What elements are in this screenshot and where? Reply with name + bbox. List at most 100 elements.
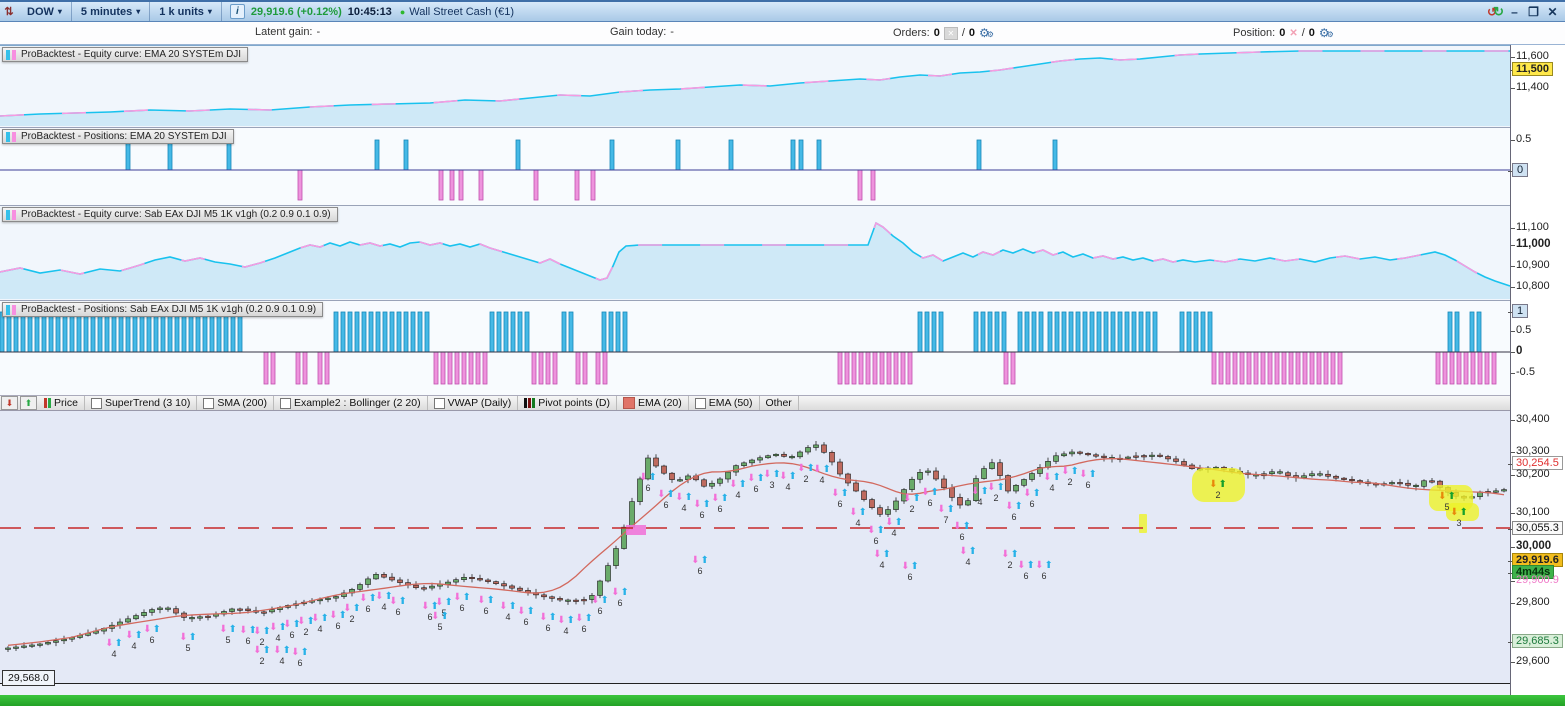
chart-toolbar: ⇅ DOW ▾ 5 minutes ▾ 1 k units ▾ i 29,919…	[0, 0, 1565, 22]
axis-label: 0	[1507, 163, 1529, 177]
legend-item-other[interactable]: Other	[760, 396, 799, 410]
legend-item-label: Example2 : Bollinger (2 20)	[293, 397, 421, 409]
app-icon: ⇅	[4, 6, 14, 18]
price-axis[interactable]: 11,600 11,500 11,400 0.5 0 11,100 11,000 10,900…	[1507, 45, 1565, 695]
gain-status-bar: Latent gain: - Gain today: - Orders: 0 ✕ /0…	[0, 22, 1565, 45]
legend-item-example2-bollinger-2-20[interactable]: Example2 : Bollinger (2 20)	[274, 396, 428, 410]
x-axis-strip	[0, 683, 1510, 695]
legend-item-vwap-daily[interactable]: VWAP (Daily)	[428, 396, 519, 410]
pink-swatch-icon	[12, 304, 16, 315]
chevron-down-icon: ▾	[57, 7, 62, 16]
pink-swatch-icon	[12, 49, 16, 60]
order-down-button[interactable]: ⬇	[1, 396, 18, 410]
axis-label: 11,400	[1511, 81, 1549, 93]
axis-label: 10,900	[1511, 259, 1550, 271]
panel-title-label: ProBacktest - Positions: Sab EAx DJI M5 …	[21, 304, 317, 315]
units-label: 1 k units	[159, 5, 204, 18]
axis-label: -0.5	[1511, 366, 1535, 378]
legend-item-label: SuperTrend (3 10)	[104, 397, 191, 409]
orders-status: Orders: 0 ✕ /0 ⚙⚙	[893, 26, 994, 40]
pink-swatch-icon	[12, 131, 16, 142]
legend-item-sma-200[interactable]: SMA (200)	[197, 396, 274, 410]
market-open-dot-icon: ●	[399, 6, 406, 17]
axis-label: 29,900.9	[1511, 574, 1559, 586]
pivot-points-icon	[524, 398, 536, 408]
restore-button[interactable]: ❐	[1525, 5, 1542, 19]
indicator-legend-bar: ⬇ ⬆ Price SuperTrend (3 10) SMA (200) Example…	[0, 395, 1510, 411]
position-status: Position: 0 ✕ /0 ⚙⚙	[1233, 26, 1334, 40]
legend-item-price[interactable]: Price	[38, 396, 85, 410]
refresh-icon[interactable]: ↺↻	[1487, 4, 1504, 20]
position-settings-gear-icon[interactable]: ⚙⚙	[1319, 26, 1334, 40]
close-position-icon[interactable]: ✕	[1289, 28, 1297, 39]
legend-item-ema-50[interactable]: EMA (50)	[689, 396, 760, 410]
checkbox-icon[interactable]	[694, 397, 706, 409]
gain-today: Gain today: -	[610, 26, 674, 38]
axis-label: 29,685.3	[1508, 634, 1563, 648]
axis-label: 30,100	[1511, 506, 1550, 518]
close-button[interactable]: ✕	[1544, 5, 1561, 19]
panel-title-label: ProBacktest - Positions: EMA 20 SYSTEm D…	[21, 131, 227, 142]
checkbox-icon[interactable]	[90, 397, 102, 409]
checkbox-icon[interactable]	[279, 397, 291, 409]
axis-label: 30,000	[1510, 540, 1552, 552]
panel-title-label: ProBacktest - Equity curve: EMA 20 SYSTE…	[21, 49, 242, 60]
axis-label: 30,055.3	[1508, 521, 1563, 535]
checkbox-icon[interactable]	[203, 397, 215, 409]
cyan-swatch-icon	[6, 49, 10, 60]
legend-item-label: Pivot points (D)	[538, 397, 610, 409]
axis-label: 0.5	[1510, 324, 1532, 336]
legend-item-ema-20[interactable]: EMA (20)	[617, 396, 689, 410]
pink-swatch-icon	[12, 209, 16, 220]
chevron-down-icon: ▾	[136, 7, 141, 16]
panel-title-positions-ema20[interactable]: ProBacktest - Positions: EMA 20 SYSTEm D…	[2, 129, 234, 144]
chevron-down-icon: ▾	[207, 7, 212, 16]
session-bar	[0, 695, 1565, 706]
price-bars-icon	[44, 398, 51, 408]
orders-settings-gear-icon[interactable]: ⚙⚙	[979, 26, 994, 40]
legend-item-pivot-points-d[interactable]: Pivot points (D)	[518, 396, 617, 410]
axis-label: 11,000	[1511, 238, 1551, 250]
cancel-orders-icon[interactable]: ✕	[943, 26, 958, 40]
panel-title-label: ProBacktest - Equity curve: Sab EAx DJI …	[21, 209, 331, 220]
axis-label: 1	[1507, 304, 1529, 318]
checkbox-icon[interactable]	[433, 397, 445, 409]
price-chart-canvas[interactable]	[0, 411, 1510, 683]
axis-label: 11,500	[1507, 62, 1554, 76]
legend-item-supertrend-3-10[interactable]: SuperTrend (3 10)	[85, 396, 198, 410]
axis-label: 11,100	[1511, 221, 1549, 233]
legend-item-label: EMA (20)	[637, 397, 682, 409]
panel-title-equity-sab[interactable]: ProBacktest - Equity curve: Sab EAx DJI …	[2, 207, 338, 222]
axis-label: 30,400	[1511, 413, 1550, 425]
timeframe-dropdown[interactable]: 5 minutes ▾	[72, 2, 151, 21]
units-dropdown[interactable]: 1 k units ▾	[150, 2, 222, 21]
panel-title-equity-ema20[interactable]: ProBacktest - Equity curve: EMA 20 SYSTE…	[2, 47, 249, 62]
axis-label: 11,600	[1511, 50, 1549, 62]
quote-time: 10:45:13	[347, 5, 392, 18]
order-up-button[interactable]: ⬆	[20, 396, 37, 410]
axis-label: 29,600	[1511, 655, 1550, 667]
minimize-button[interactable]: –	[1506, 5, 1523, 19]
cyan-swatch-icon	[6, 131, 10, 142]
legend-item-label: Other	[765, 397, 792, 409]
cyan-swatch-icon	[6, 209, 10, 220]
info-icon[interactable]: i	[229, 4, 245, 19]
axis-label: 29,800	[1511, 596, 1550, 608]
panel-title-positions-sab[interactable]: ProBacktest - Positions: Sab EAx DJI M5 …	[2, 302, 324, 317]
timeframe-label: 5 minutes	[80, 5, 133, 18]
legend-item-label: SMA (200)	[217, 397, 267, 409]
axis-label: 0.5	[1510, 133, 1532, 145]
legend-item-label: Price	[54, 397, 78, 409]
symbol-label: DOW	[27, 5, 54, 18]
legend-item-label: EMA (50)	[708, 397, 753, 409]
market-name: Wall Street Cash (€1)	[409, 5, 514, 18]
session-low-label: 29,568.0	[2, 670, 55, 686]
axis-label: 0	[1510, 345, 1523, 357]
trading-platform-window: ⇅ DOW ▾ 5 minutes ▾ 1 k units ▾ i 29,919…	[0, 0, 1565, 706]
legend-item-label: VWAP (Daily)	[447, 397, 512, 409]
ema20-swatch-icon	[622, 397, 635, 409]
symbol-dropdown[interactable]: DOW ▾	[18, 2, 72, 21]
last-price: 29,919.6 (+0.12%)	[250, 5, 342, 18]
cyan-swatch-icon	[6, 304, 10, 315]
axis-label: 10,800	[1511, 280, 1550, 292]
